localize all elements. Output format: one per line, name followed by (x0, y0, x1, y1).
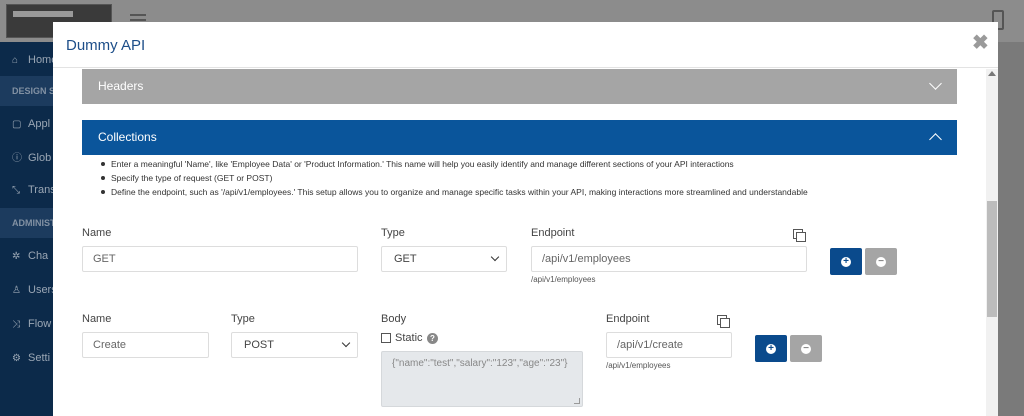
name-label: Name (82, 313, 112, 325)
endpoint-label: Endpoint (606, 313, 650, 325)
sidebar-item-channels[interactable]: ✲ Cha (0, 240, 54, 272)
static-checkbox[interactable] (381, 333, 391, 343)
instructions-list: Enter a meaningful 'Name', like 'Employe… (99, 157, 959, 199)
headers-accordion-label: Headers (98, 79, 144, 93)
sidebar-item-home[interactable]: ⌂Home (0, 44, 54, 76)
sidebar-item-transforms[interactable]: ⤡ Trans (0, 174, 54, 206)
chevron-down-icon (929, 77, 942, 90)
collection-name-input[interactable]: Create (82, 332, 209, 358)
sidebar-section-design: DESIGN S (0, 76, 54, 106)
user-icon: ♙ (12, 285, 21, 296)
sidebar-item-global[interactable]: ⓘ Glob (0, 142, 54, 174)
gear-icon: ✲ (12, 251, 21, 262)
modal-header: Dummy API ✖ (53, 22, 998, 68)
app-icon: ▢ (12, 119, 22, 130)
endpoint-input[interactable]: /api/v1/create (606, 332, 732, 358)
body-textarea[interactable]: {"name":"test","salary":"123","age":"23"… (381, 351, 583, 407)
remove-collection-button[interactable]: − (865, 248, 897, 275)
modal-scrollbar[interactable] (986, 69, 998, 416)
globe-icon: ⓘ (12, 153, 22, 164)
body-label: Body (381, 313, 407, 325)
request-type-select[interactable]: GET (381, 246, 507, 272)
home-icon: ⌂ (12, 55, 19, 66)
sidebar-item-settings[interactable]: ⚙ Setti (0, 342, 54, 374)
endpoint-label: Endpoint (531, 227, 575, 239)
request-type-value: GET (394, 253, 417, 265)
request-type-select[interactable]: POST (231, 332, 358, 358)
remove-collection-button[interactable]: − (790, 335, 822, 362)
headers-accordion[interactable]: Headers (82, 69, 957, 104)
endpoint-input[interactable]: /api/v1/employees (531, 246, 807, 272)
chevron-down-icon (341, 338, 351, 348)
resize-handle-icon[interactable] (574, 398, 580, 404)
scrollbar-thumb[interactable] (987, 201, 997, 317)
static-label: Static (395, 332, 423, 344)
modal-title: Dummy API (66, 37, 146, 54)
sidebar-item-applications[interactable]: ▢ Appl (0, 108, 54, 140)
app-sidebar: ⌂Home DESIGN S ▢Appl ⓘGlob ⤡Trans ADMINI… (0, 42, 54, 416)
add-collection-button[interactable]: + (755, 335, 787, 362)
plus-circle-icon: + (841, 257, 851, 267)
dummy-api-modal: Dummy API ✖ Headers Collections Enter a … (53, 22, 998, 416)
body-textarea-value: {"name":"test","salary":"123","age":"23"… (392, 358, 568, 369)
scroll-up-arrow-icon[interactable] (988, 71, 996, 76)
close-icon[interactable]: ✖ (972, 33, 989, 53)
minus-circle-icon: − (801, 344, 811, 354)
sidebar-item-users[interactable]: ♙ Users (0, 274, 54, 306)
endpoint-hint: /api/v1/employees (531, 275, 596, 284)
chevron-down-icon (490, 252, 500, 262)
help-icon[interactable]: ? (427, 333, 438, 344)
transform-icon: ⤡ (12, 185, 20, 196)
type-label: Type (381, 227, 405, 239)
sidebar-item-flows[interactable]: ⤨ Flow (0, 308, 54, 340)
plus-circle-icon: + (766, 344, 776, 354)
chevron-up-icon (929, 133, 942, 146)
request-type-value: POST (244, 339, 274, 351)
collection-name-input[interactable]: GET (82, 246, 358, 272)
copy-icon[interactable] (793, 229, 806, 242)
minus-circle-icon: − (876, 257, 886, 267)
endpoint-hint: /api/v1/employees (606, 361, 671, 370)
collections-accordion[interactable]: Collections (82, 120, 957, 155)
shuffle-icon: ⤨ (12, 319, 20, 330)
settings-icon: ⚙ (12, 353, 21, 364)
instruction-item: Define the endpoint, such as '/api/v1/em… (99, 185, 959, 199)
app-background-content (998, 42, 1024, 416)
collections-accordion-label: Collections (98, 130, 157, 144)
copy-icon[interactable] (717, 315, 730, 328)
instruction-item: Enter a meaningful 'Name', like 'Employe… (99, 157, 959, 171)
add-collection-button[interactable]: + (830, 248, 862, 275)
sidebar-section-admin: ADMINIST (0, 208, 54, 238)
type-label: Type (231, 313, 255, 325)
name-label: Name (82, 227, 112, 239)
instruction-item: Specify the type of request (GET or POST… (99, 171, 959, 185)
modal-body: Headers Collections Enter a meaningful '… (53, 69, 998, 416)
